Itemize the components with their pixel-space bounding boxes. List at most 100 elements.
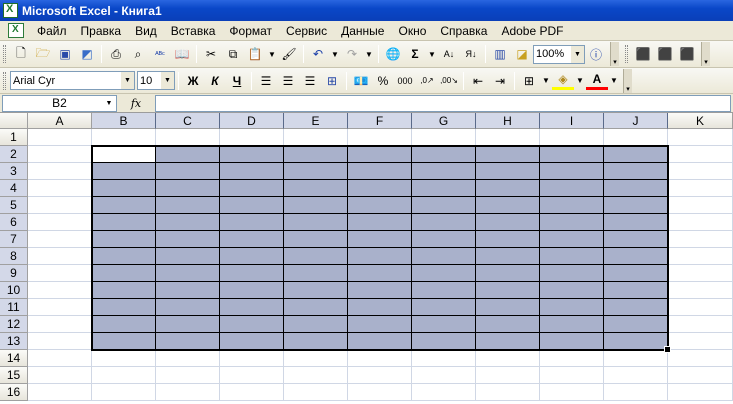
chevron-down-icon[interactable]: ▼: [571, 45, 584, 63]
cell-g14[interactable]: [412, 350, 476, 367]
cell-g3[interactable]: [412, 163, 476, 180]
column-header-f[interactable]: F: [348, 113, 412, 129]
cell-h4[interactable]: [476, 180, 540, 197]
cell-d12[interactable]: [220, 316, 284, 333]
row-header-16[interactable]: 16: [0, 384, 28, 401]
research-icon[interactable]: 📖: [171, 43, 193, 65]
cell-c7[interactable]: [156, 231, 220, 248]
new-icon[interactable]: 🗋: [10, 43, 32, 65]
cell-c9[interactable]: [156, 265, 220, 282]
cell-k2[interactable]: [668, 146, 733, 163]
name-box[interactable]: B2 ▼: [2, 94, 117, 112]
spelling-icon[interactable]: ᴬᴮᶜ: [149, 43, 171, 65]
font-color-icon[interactable]: A: [586, 72, 608, 90]
copy-icon[interactable]: ⧉: [222, 43, 244, 65]
cell-j16[interactable]: [604, 384, 668, 401]
cell-f10[interactable]: [348, 282, 412, 299]
cell-k16[interactable]: [668, 384, 733, 401]
drawing-icon[interactable]: ◪: [511, 43, 533, 65]
cell-j2[interactable]: [604, 146, 668, 163]
cell-h2[interactable]: [476, 146, 540, 163]
cell-j7[interactable]: [604, 231, 668, 248]
cell-d8[interactable]: [220, 248, 284, 265]
currency-icon[interactable]: 💶: [350, 70, 372, 92]
cell-b16[interactable]: [92, 384, 156, 401]
decrease-decimal-icon[interactable]: ,00↘: [438, 70, 460, 92]
cell-j8[interactable]: [604, 248, 668, 265]
cell-k8[interactable]: [668, 248, 733, 265]
row-header-4[interactable]: 4: [0, 180, 28, 197]
cell-f12[interactable]: [348, 316, 412, 333]
cell-f8[interactable]: [348, 248, 412, 265]
cell-a7[interactable]: [28, 231, 92, 248]
cell-j6[interactable]: [604, 214, 668, 231]
cell-a9[interactable]: [28, 265, 92, 282]
column-header-e[interactable]: E: [284, 113, 348, 129]
cell-b3[interactable]: [92, 163, 156, 180]
row-header-15[interactable]: 15: [0, 367, 28, 384]
menu-adobe-pdf[interactable]: Adobe PDF: [494, 24, 570, 38]
row-header-11[interactable]: 11: [0, 299, 28, 316]
cell-c11[interactable]: [156, 299, 220, 316]
cell-k11[interactable]: [668, 299, 733, 316]
align-center-icon[interactable]: ☰: [277, 70, 299, 92]
print-preview-icon[interactable]: ⌕: [127, 43, 149, 65]
cell-j11[interactable]: [604, 299, 668, 316]
row-header-8[interactable]: 8: [0, 248, 28, 265]
autosum-dropdown-icon[interactable]: ▼: [426, 43, 438, 65]
cell-e3[interactable]: [284, 163, 348, 180]
cell-f2[interactable]: [348, 146, 412, 163]
cell-d1[interactable]: [220, 129, 284, 146]
cell-a6[interactable]: [28, 214, 92, 231]
cell-h7[interactable]: [476, 231, 540, 248]
print-icon[interactable]: ⎙: [105, 43, 127, 65]
cell-e2[interactable]: [284, 146, 348, 163]
cell-f13[interactable]: [348, 333, 412, 350]
cell-h5[interactable]: [476, 197, 540, 214]
cell-e9[interactable]: [284, 265, 348, 282]
cell-e7[interactable]: [284, 231, 348, 248]
cell-a3[interactable]: [28, 163, 92, 180]
cell-e5[interactable]: [284, 197, 348, 214]
cell-b10[interactable]: [92, 282, 156, 299]
cell-i6[interactable]: [540, 214, 604, 231]
cell-j4[interactable]: [604, 180, 668, 197]
insert-function-icon[interactable]: fx: [117, 97, 155, 110]
cell-c10[interactable]: [156, 282, 220, 299]
cell-e11[interactable]: [284, 299, 348, 316]
thousands-button[interactable]: 000: [394, 70, 416, 92]
cell-e8[interactable]: [284, 248, 348, 265]
cell-g7[interactable]: [412, 231, 476, 248]
cell-e15[interactable]: [284, 367, 348, 384]
save-icon[interactable]: ▣: [54, 43, 76, 65]
cell-a16[interactable]: [28, 384, 92, 401]
cell-g6[interactable]: [412, 214, 476, 231]
cell-k6[interactable]: [668, 214, 733, 231]
row-header-3[interactable]: 3: [0, 163, 28, 180]
cell-g11[interactable]: [412, 299, 476, 316]
zoom-select[interactable]: 100% ▼: [533, 44, 585, 64]
column-header-g[interactable]: G: [412, 113, 476, 129]
cell-h13[interactable]: [476, 333, 540, 350]
cell-f4[interactable]: [348, 180, 412, 197]
cell-a15[interactable]: [28, 367, 92, 384]
sort-asc-icon[interactable]: A↓: [438, 43, 460, 65]
cell-f3[interactable]: [348, 163, 412, 180]
cell-b11[interactable]: [92, 299, 156, 316]
open-icon[interactable]: 🗁: [32, 43, 54, 65]
cell-k12[interactable]: [668, 316, 733, 333]
cell-c6[interactable]: [156, 214, 220, 231]
cell-b13[interactable]: [92, 333, 156, 350]
cell-a8[interactable]: [28, 248, 92, 265]
font-name-select[interactable]: Arial Cyr ▼: [10, 71, 135, 90]
cell-g10[interactable]: [412, 282, 476, 299]
cell-g9[interactable]: [412, 265, 476, 282]
cell-d7[interactable]: [220, 231, 284, 248]
cell-g16[interactable]: [412, 384, 476, 401]
paste-dropdown-icon[interactable]: ▼: [266, 43, 278, 65]
cell-h15[interactable]: [476, 367, 540, 384]
cell-d13[interactable]: [220, 333, 284, 350]
cell-b2[interactable]: [92, 146, 156, 163]
cell-h12[interactable]: [476, 316, 540, 333]
cell-g12[interactable]: [412, 316, 476, 333]
